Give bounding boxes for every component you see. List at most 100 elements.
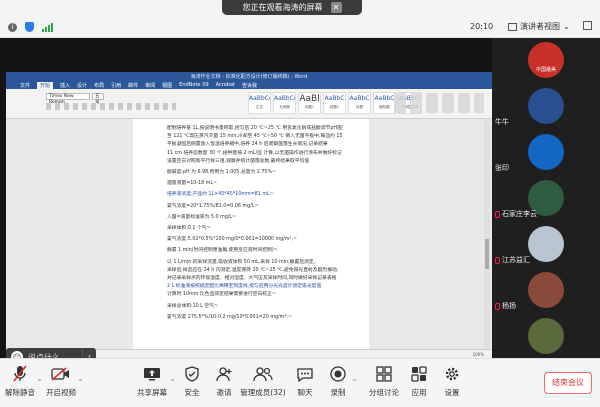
signal-icon[interactable] bbox=[42, 22, 53, 32]
document-line: 氯气浓度:275.5*%/10-0.2 mg/10*0.001=20 mg/m³… bbox=[167, 314, 292, 320]
style-card[interactable]: AaBbC 标题2 bbox=[323, 92, 346, 114]
chevron-up-icon[interactable]: ^ bbox=[78, 379, 83, 386]
document-line: 采样总体积:10 L 空气~ bbox=[167, 303, 219, 309]
font-size-field[interactable]: 五号 bbox=[92, 93, 104, 105]
security-button[interactable]: 安全 bbox=[180, 364, 204, 398]
style-sample: AaBbCcDc bbox=[249, 95, 270, 102]
document-line: 设置空白对照和平行样三组,观察并统计菌落总数,最终结果取平均值 bbox=[167, 158, 310, 164]
chevron-up-icon[interactable]: ^ bbox=[352, 379, 357, 386]
start-video-label: 开启视频 bbox=[46, 388, 76, 397]
meeting-clock: 20:10 bbox=[470, 22, 494, 31]
participant-name: 江苏益汇 bbox=[502, 256, 530, 264]
ribbon-tab[interactable]: 引用 bbox=[111, 82, 121, 89]
zoom-level[interactable]: 100% bbox=[473, 352, 484, 357]
share-screen-label: 共享屏幕 bbox=[137, 388, 167, 397]
document-line: 采样后,样品应在 24 h 内测定,温度保持 20 ℃~25 ℃,避免阳光直射及… bbox=[167, 267, 339, 273]
screen-share-notice: 您正在观看海涛的屏幕 ✕ bbox=[222, 0, 362, 15]
document-line: 氯气浓度=20*1.75%/81.0=0.06 mg/L~ bbox=[167, 203, 259, 209]
participant-name-tag: 张印 bbox=[495, 163, 509, 173]
chevron-down-icon: ⌄ bbox=[563, 22, 570, 31]
participant-name: 张印 bbox=[495, 164, 509, 172]
style-card[interactable]: AaBbCcDc 无间隔 bbox=[273, 92, 296, 114]
document-area: 配制培养基 1L,按说明书量称取,摇匀后 20 ℃~25 ℃ 用氢氧化钠或盐酸调… bbox=[6, 119, 492, 349]
chevron-up-icon[interactable]: ^ bbox=[170, 379, 175, 386]
meeting-status-icons: i bbox=[8, 22, 53, 32]
document-line: 采样体积:0.1 个气~ bbox=[167, 226, 211, 232]
document-line: 静置 1 min(时间控制更准确,使用反应液时间控制)~ bbox=[167, 248, 278, 254]
participant-name: 牛牛 bbox=[495, 118, 509, 126]
record-button[interactable]: 录制 bbox=[326, 364, 350, 398]
ribbon-tab[interactable]: 审阅 bbox=[145, 82, 155, 89]
font-name-field[interactable]: Times New Roman bbox=[46, 93, 90, 105]
style-card[interactable]: AaBbCcDc 正文 bbox=[248, 92, 271, 114]
security-label: 安全 bbox=[184, 388, 200, 397]
participant-name-tag: 牛牛 bbox=[495, 117, 509, 127]
meeting-toolbar: 解除静音 ^ 开启视频 ^ 共享屏幕 ^ 安全 邀请 管理成员(32) 聊天 录… bbox=[0, 358, 600, 407]
avatar-caption: 中国最美 bbox=[535, 67, 556, 73]
format-buttons[interactable] bbox=[46, 103, 176, 110]
settings-label: 设置 bbox=[444, 388, 460, 397]
mic-muted-icon bbox=[4, 364, 36, 384]
start-video-button[interactable]: 开启视频 bbox=[45, 364, 77, 398]
apps-label: 应用 bbox=[411, 388, 427, 397]
ribbon-tab[interactable]: 邮件 bbox=[128, 82, 138, 89]
vertical-scrollbar[interactable] bbox=[484, 119, 490, 349]
document-line: 酒量液量=10-18 mL~ bbox=[167, 181, 218, 187]
invite-button[interactable]: 邀请 bbox=[212, 364, 236, 398]
style-card[interactable]: AaBl 标题1 bbox=[298, 92, 321, 114]
shield-icon[interactable] bbox=[25, 22, 34, 32]
avatar bbox=[528, 318, 564, 354]
style-card[interactable]: AaBbC 标题 bbox=[348, 92, 371, 114]
gear-icon bbox=[440, 364, 464, 384]
style-name: 副标题 bbox=[379, 105, 390, 109]
ribbon-tab[interactable]: Acrobat bbox=[216, 82, 235, 88]
style-name: 标题1 bbox=[304, 105, 315, 109]
settings-button[interactable]: 设置 bbox=[440, 364, 464, 398]
document-line: 以 1 L/min 的采样流量,吸收液体积 50 mL,采样 10 min,静置… bbox=[167, 259, 319, 265]
document-line: 并记录采样点的环境温度、相对湿度、大气压及采样时间,同时做好采样记录表格 bbox=[167, 276, 337, 282]
style-card[interactable]: AaBbC 副标题 bbox=[373, 92, 396, 114]
word-window: 海涛作业文档 - 标准化配方设计(修订版终稿) - Word 文件 开始 插入 设计布… bbox=[6, 72, 492, 358]
ribbon-tab[interactable]: 设计 bbox=[77, 82, 87, 89]
ribbon-tabs: 文件 开始 插入 设计 布局 引用 邮件 审阅 视图 EndNote X9 Acrobat 告诉我 bbox=[6, 81, 492, 89]
record-icon bbox=[326, 364, 350, 384]
share-screen-button[interactable]: 共享屏幕 bbox=[136, 364, 168, 398]
document-line: 2 L 标准液按照规定配比稀释至刻度线,摇匀后用分光光度计测定吸光度值 bbox=[167, 284, 322, 290]
ribbon-tab[interactable]: 开始 bbox=[37, 81, 54, 89]
ribbon-tab[interactable]: 视图 bbox=[162, 82, 172, 89]
view-mode-label: 演讲者视图 bbox=[520, 22, 560, 31]
manage-members-button[interactable]: 管理成员(32) bbox=[240, 364, 286, 398]
unmute-button[interactable]: 解除静音 bbox=[4, 364, 36, 398]
close-share-icon[interactable]: ✕ bbox=[330, 2, 342, 13]
view-mode-button[interactable]: 演讲者视图 ⌄ bbox=[508, 21, 570, 32]
invite-icon bbox=[212, 364, 236, 384]
ribbon-tab[interactable]: 布局 bbox=[94, 82, 104, 89]
breakout-button[interactable]: 分组讨论 bbox=[364, 364, 404, 398]
participant-name: 石家庄李云 bbox=[502, 210, 537, 218]
avatar bbox=[528, 272, 564, 308]
ribbon-tab[interactable]: EndNote X9 bbox=[179, 82, 209, 88]
document-page[interactable]: 配制培养基 1L,按说明书量称取,摇匀后 20 ℃~25 ℃ 用氢氧化钠或盐酸调… bbox=[133, 119, 369, 349]
style-sample: AaBl bbox=[299, 94, 320, 104]
meeting-top-bar: 您正在观看海涛的屏幕 ✕ i 20:10 演讲者视图 ⌄ bbox=[0, 0, 600, 38]
info-icon[interactable]: i bbox=[8, 22, 17, 32]
shared-screen: 海涛作业文档 - 标准化配方设计(修订版终稿) - Word 文件 开始 插入 设计布… bbox=[0, 38, 492, 366]
mic-muted-icon bbox=[495, 210, 500, 218]
ribbon-tab[interactable]: 文件 bbox=[20, 82, 30, 89]
apps-button[interactable]: 应用 bbox=[407, 364, 431, 398]
ribbon-tab[interactable]: 告诉我 bbox=[242, 82, 257, 89]
chat-button[interactable]: 聊天 bbox=[293, 364, 317, 398]
end-meeting-button[interactable]: 结束会议 bbox=[544, 372, 592, 394]
participant-panel: 中国最美牛牛张印石家庄李云江苏益汇杨扬 bbox=[492, 38, 600, 358]
camera-off-icon bbox=[45, 364, 77, 384]
scroll-thumb[interactable] bbox=[485, 239, 489, 269]
ribbon-tools-right[interactable] bbox=[394, 93, 484, 113]
ribbon-tab[interactable]: 插入 bbox=[60, 82, 70, 89]
participant-name: 杨扬 bbox=[502, 302, 516, 310]
fullscreen-icon[interactable] bbox=[583, 21, 592, 30]
document-line: 酸碱度:pH 为 6.98,所用为 1.005,总量为 2.75%~ bbox=[167, 170, 277, 176]
style-sample: AaBbC bbox=[324, 95, 345, 102]
chevron-up-icon[interactable]: ^ bbox=[37, 379, 42, 386]
grid-icon bbox=[508, 22, 517, 31]
mic-muted-icon bbox=[495, 302, 500, 310]
